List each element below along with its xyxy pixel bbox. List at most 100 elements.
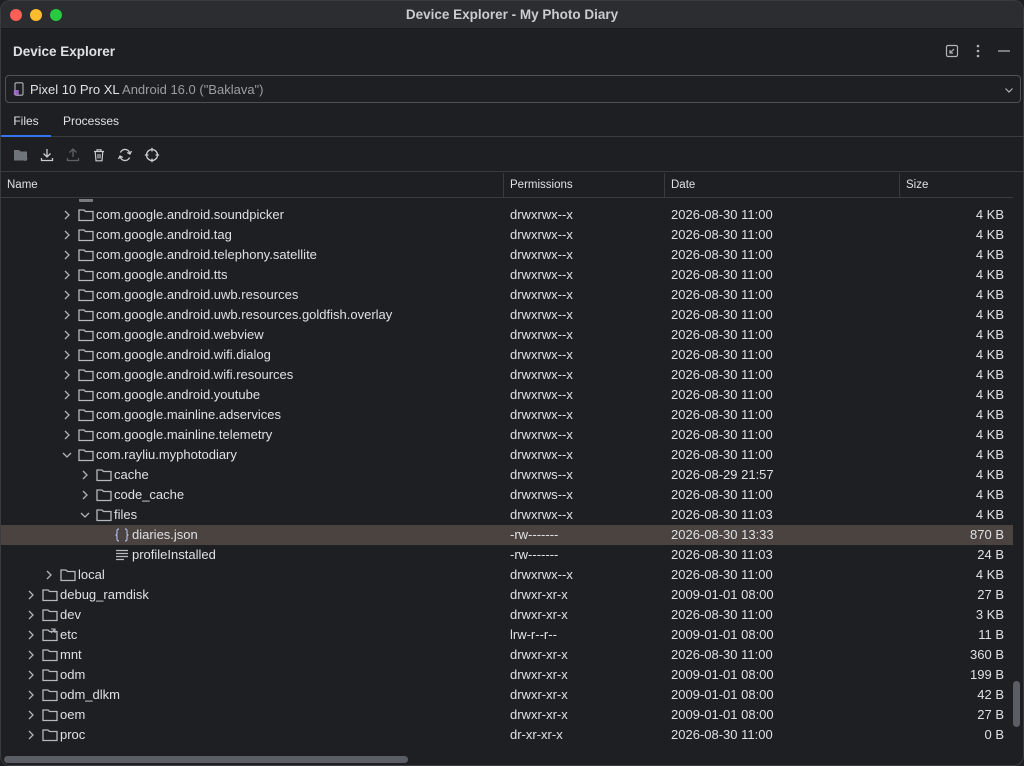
chevron-right-icon[interactable] [61,389,73,401]
chevron-right-icon[interactable] [61,249,73,261]
file-name: cache [114,467,149,482]
chevron-right-icon[interactable] [43,569,55,581]
chevron-right-icon[interactable] [25,689,37,701]
file-size: 42 B [977,687,1004,702]
chevron-right-icon[interactable] [25,629,37,641]
table-row[interactable]: com.google.android.telephony.satellite dr… [1,245,1013,265]
table-row[interactable]: com.google.mainline.telemetry drwxrwx--x 2… [1,425,1013,445]
more-options-icon[interactable] [969,42,987,60]
column-header-size[interactable]: Size [899,173,1013,198]
file-permissions: drwxr-xr-x [510,607,568,622]
chevron-right-icon[interactable] [61,349,73,361]
toolbar [1,138,1023,172]
file-size: 4 KB [975,367,1004,382]
file-name: com.google.android.uwb.resources [96,287,299,302]
folder-icon [96,488,112,502]
table-row[interactable]: com.google.android.uwb.resources.goldfis… [1,305,1013,325]
locate-icon[interactable] [143,146,161,164]
chevron-right-icon[interactable] [61,329,73,341]
table-row[interactable]: com.google.android.youtube drwxrwx--x 2026… [1,385,1013,405]
file-permissions: drwxrwx--x [510,267,573,282]
chevron-right-icon[interactable] [61,269,73,281]
chevron-right-icon[interactable] [79,469,91,481]
chevron-right-icon[interactable] [25,649,37,661]
hide-panel-icon[interactable] [995,42,1013,60]
horizontal-scrollbar-thumb[interactable] [4,756,408,763]
folder-icon [78,328,94,342]
restore-layout-icon[interactable] [943,42,961,60]
file-size: 0 B [984,727,1004,742]
table-row[interactable]: proc dr-xr-xr-x 2026-08-30 11:00 0 B [1,725,1013,745]
file-name: odm [60,667,86,682]
table-row[interactable]: diaries.json -rw------- 2026-08-30 13:33 87… [1,525,1013,545]
tab-files[interactable]: Files [1,107,51,137]
column-header-date[interactable]: Date [664,173,899,198]
chevron-right-icon[interactable] [25,709,37,721]
folder-icon [96,508,112,522]
table-row[interactable]: com.google.mainline.adservices drwxrwx--x… [1,405,1013,425]
folder-icon [42,648,58,662]
table-row[interactable]: odm_dlkm drwxr-xr-x 2009-01-01 08:00 42 B [1,685,1013,705]
column-header-permissions[interactable]: Permissions [503,173,664,198]
table-row[interactable]: etc lrw-r--r-- 2009-01-01 08:00 11 B [1,625,1013,645]
chevron-right-icon[interactable] [61,369,73,381]
horizontal-scrollbar[interactable] [1,753,1013,765]
file-size: 360 B [970,647,1004,662]
chevron-right-icon[interactable] [61,409,73,421]
column-header-name[interactable]: Name [1,173,503,198]
chevron-right-icon[interactable] [25,729,37,741]
table-row[interactable]: cache drwxrws--x 2026-08-29 21:57 4 KB [1,465,1013,485]
table-row[interactable]: dev drwxr-xr-x 2026-08-30 11:00 3 KB [1,605,1013,625]
chevron-right-icon[interactable] [25,609,37,621]
folder-icon [42,588,58,602]
file-permissions: dr-xr-xr-x [510,727,563,742]
chevron-down-icon[interactable] [79,509,91,521]
folder-icon [78,308,94,322]
file-permissions: drwxrwx--x [510,387,573,402]
table-row[interactable]: com.google.android.uwb.resources drwxrwx-… [1,285,1013,305]
folder-icon [78,428,94,442]
chevron-right-icon[interactable] [79,489,91,501]
table-row[interactable]: local drwxrwx--x 2026-08-30 11:00 4 KB [1,565,1013,585]
table-row[interactable]: com.google.android.soundpicker drwxrwx--x… [1,205,1013,225]
vertical-scrollbar[interactable] [1012,199,1021,753]
sync-icon[interactable] [116,146,134,164]
chevron-right-icon[interactable] [25,669,37,681]
delete-icon[interactable] [90,146,108,164]
file-name: proc [60,727,86,742]
file-permissions: drwxrwx--x [510,367,573,382]
upload-icon[interactable] [64,146,82,164]
file-date: 2026-08-30 11:00 [671,407,773,422]
table-row[interactable]: debug_ramdisk drwxr-xr-x 2009-01-01 08:00 2… [1,585,1013,605]
file-size: 4 KB [975,487,1004,502]
chevron-right-icon[interactable] [25,589,37,601]
table-row[interactable]: mnt drwxr-xr-x 2026-08-30 11:00 360 B [1,645,1013,665]
table-row[interactable]: odm drwxr-xr-x 2009-01-01 08:00 199 B [1,665,1013,685]
file-name: code_cache [114,487,185,502]
table-row[interactable]: files drwxrwx--x 2026-08-30 11:03 4 KB [1,505,1013,525]
tab-processes[interactable]: Processes [63,107,119,137]
table-row[interactable]: oem drwxr-xr-x 2009-01-01 08:00 27 B [1,705,1013,725]
file-permissions: drwxr-xr-x [510,687,568,702]
table-row[interactable]: com.google.android.wifi.dialog drwxrwx--x… [1,345,1013,365]
table-row[interactable]: com.google.android.webview drwxrwx--x 2026… [1,325,1013,345]
folder-icon [78,268,94,282]
table-row[interactable]: com.google.android.tag drwxrwx--x 2026-08-… [1,225,1013,245]
chevron-right-icon[interactable] [61,229,73,241]
table-row[interactable]: profileInstalled -rw------- 2026-08-30 11:… [1,545,1013,565]
download-icon[interactable] [38,146,56,164]
chevron-down-icon[interactable] [61,449,73,461]
vertical-scrollbar-thumb[interactable] [1013,681,1020,727]
chevron-right-icon[interactable] [61,429,73,441]
table-row[interactable]: com.rayliu.myphotodiary drwxrwx--x 2026-08… [1,445,1013,465]
table-row[interactable]: com.google.android.wifi.resources drwxrwx… [1,365,1013,385]
new-folder-icon[interactable] [12,146,30,164]
chevron-right-icon[interactable] [61,289,73,301]
chevron-right-icon[interactable] [61,209,73,221]
file-name: dev [60,607,81,622]
table-row[interactable]: code_cache drwxrws--x 2026-08-30 11:00 4 KB [1,485,1013,505]
table-row[interactable]: com.google.android.tts drwxrwx--x 2026-08-… [1,265,1013,285]
chevron-right-icon[interactable] [61,309,73,321]
file-size: 4 KB [975,307,1004,322]
device-selector[interactable]: Pixel 10 Pro XL Android 16.0 ("Baklava") [5,75,1021,103]
